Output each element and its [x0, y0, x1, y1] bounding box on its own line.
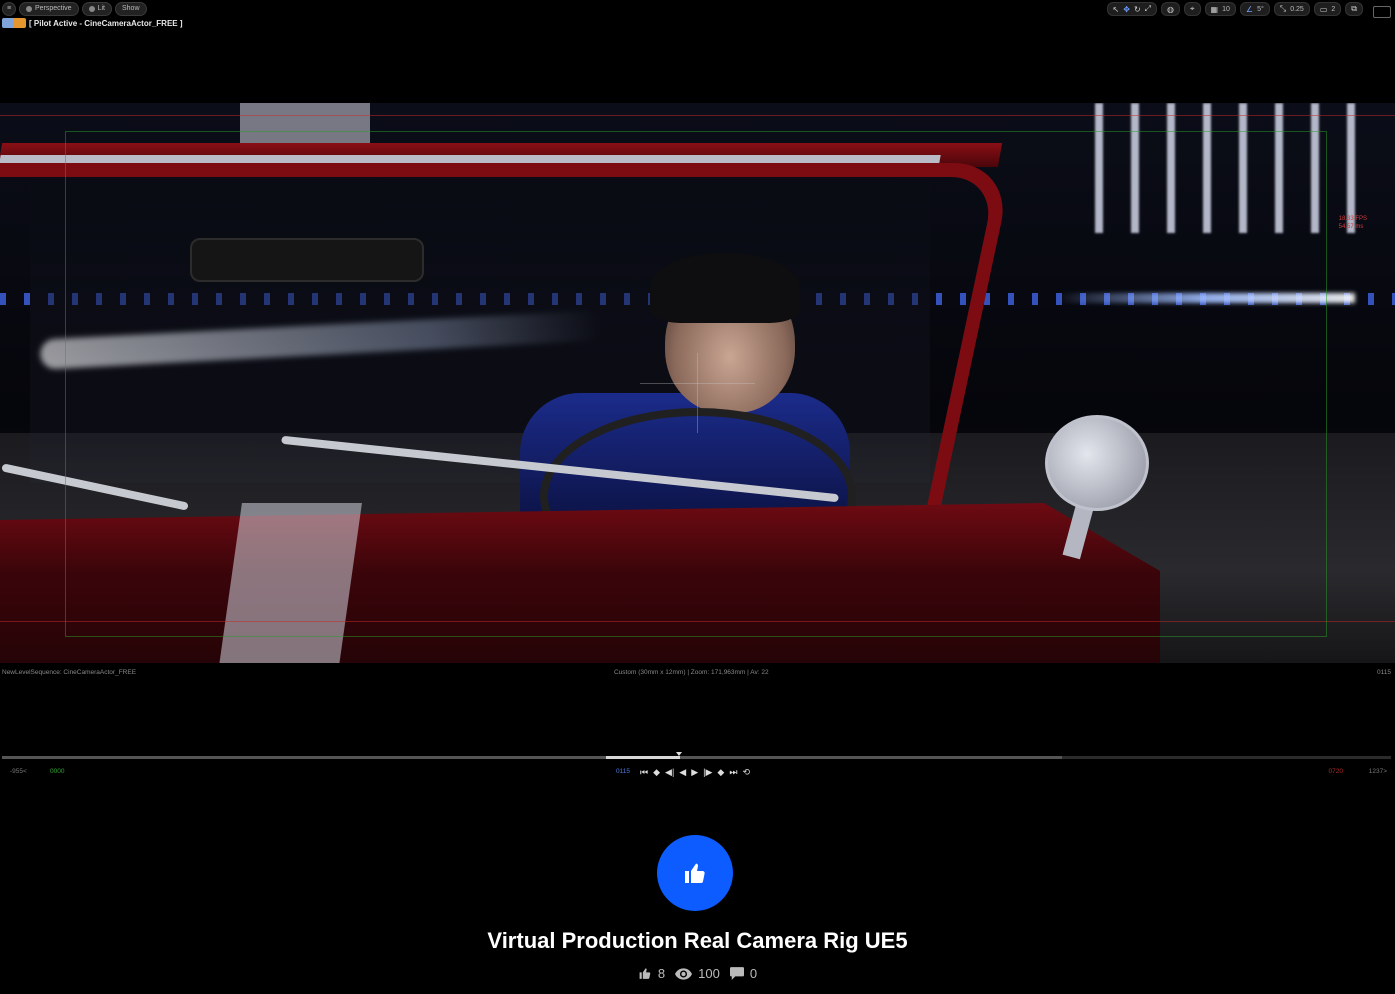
previous-key-icon[interactable]: ◆ [653, 766, 660, 778]
scale-snap-value: 0.25 [1290, 5, 1304, 13]
lit-icon [88, 6, 95, 12]
transport-controls: ⏮ ◆ ◀| ◀ ▶ |▶ ◆ ⏭ ⟲ [640, 766, 750, 778]
transform-tools: ↖ ✥ ↻ ⤢ [1106, 2, 1158, 16]
perspective-label: Perspective [35, 5, 72, 12]
viewport-toolbar-left: ≡ Perspective Lit Show [2, 2, 147, 16]
scale-icon[interactable]: ⤢ [1145, 4, 1151, 14]
play-reverse-icon[interactable]: ◀ [679, 766, 686, 778]
likes-count: 8 [657, 966, 666, 981]
coordinate-space[interactable]: ◍ [1161, 2, 1181, 16]
lit-button[interactable]: Lit [81, 2, 112, 16]
hamburger-icon: ≡ [6, 5, 12, 12]
viewport-render[interactable]: 18.33 FPS 54.57 ms [0, 103, 1395, 663]
rotation-snap[interactable]: ∠ 5° [1239, 2, 1270, 16]
ms-value: 54.57 ms [1338, 224, 1364, 230]
step-forward-icon[interactable]: |▶ [703, 766, 712, 778]
camera-speed[interactable]: ▭ 2 [1313, 2, 1342, 16]
thumbs-up-icon [639, 968, 651, 979]
show-button[interactable]: Show [114, 2, 147, 16]
view-end-frame[interactable]: 1237> [1369, 768, 1387, 775]
post-title: Virtual Production Real Camera Rig UE5 [487, 928, 908, 953]
surface-snap-icon: ⌖ [1190, 4, 1195, 13]
next-key-icon[interactable]: ◆ [717, 766, 724, 778]
stats-overlay: 18.33 FPS 54.57 ms [1339, 215, 1367, 231]
playhead-marker[interactable] [676, 752, 682, 756]
maximize-icon: ⧉ [1351, 4, 1357, 13]
scale-snap-icon: ⤡ [1279, 4, 1287, 13]
timeline-range [2, 756, 1062, 759]
comment-icon [729, 967, 744, 980]
play-start-frame[interactable]: 0000 [50, 768, 64, 775]
grid-snap[interactable]: ▦ 10 [1204, 2, 1236, 16]
views-count: 100 [698, 966, 720, 981]
safe-frame-guides [65, 131, 1327, 637]
timeline-track[interactable] [2, 756, 1391, 759]
select-icon[interactable]: ↖ [1113, 5, 1120, 14]
camera-icon [26, 6, 32, 12]
viewport-toolbar-right: ↖ ✥ ↻ ⤢ ◍ ⌖ ▦ 10 ∠ 5° ⤡ 0.25 ▭ 2 ⧉ [1106, 2, 1391, 18]
comments-count: 0 [749, 966, 758, 981]
crosshair-vertical [697, 353, 698, 433]
angle-icon: ∠ [1245, 4, 1254, 14]
current-frame[interactable]: 0115 [616, 768, 630, 775]
comments-stat: 0 [729, 966, 758, 981]
loop-icon[interactable]: ⟲ [742, 766, 750, 778]
pilot-eject-icon[interactable] [2, 18, 26, 28]
fps-value: 18.33 FPS [1338, 216, 1367, 222]
go-to-end-icon[interactable]: ⏭ [729, 766, 737, 778]
thumbs-up-icon [685, 863, 705, 884]
video-camera-icon: ▭ [1319, 4, 1328, 14]
perspective-button[interactable]: Perspective [19, 2, 79, 16]
like-button[interactable] [657, 835, 733, 911]
step-back-icon[interactable]: ◀| [665, 766, 674, 778]
play-end-frame[interactable]: 0720 [1329, 768, 1343, 775]
sequence-info: NewLevelSequence: CineCameraActor_FREE [2, 669, 137, 676]
timeline-playhead-region[interactable] [606, 756, 680, 759]
camera-speed-value: 2 [1331, 5, 1336, 13]
surface-snap[interactable]: ⌖ [1184, 2, 1201, 16]
translate-icon[interactable]: ✥ [1123, 5, 1130, 14]
views-stat: 100 [675, 966, 720, 981]
layout-icon[interactable] [1373, 6, 1391, 18]
view-start-frame[interactable]: -955< [10, 768, 27, 775]
pilot-indicator: [ Pilot Active - CineCameraActor_FREE ] [2, 17, 183, 29]
rotation-snap-value: 5° [1257, 5, 1264, 13]
pilot-label: [ Pilot Active - CineCameraActor_FREE ] [29, 18, 183, 28]
eye-icon [675, 967, 693, 980]
scale-snap[interactable]: ⤡ 0.25 [1273, 2, 1310, 16]
rotate-icon[interactable]: ↻ [1134, 5, 1141, 14]
go-to-start-icon[interactable]: ⏮ [640, 766, 648, 778]
lit-label: Lit [97, 5, 105, 12]
grid-snap-value: 10 [1222, 5, 1230, 13]
show-label: Show [121, 5, 140, 12]
play-icon[interactable]: ▶ [691, 766, 698, 778]
grid-icon: ▦ [1210, 4, 1219, 14]
post-stats: 8 100 0 [0, 966, 1395, 981]
likes-stat: 8 [638, 966, 665, 981]
frame-info: 0115 [1377, 669, 1391, 676]
globe-icon: ◍ [1167, 4, 1175, 14]
camera-info: Custom (30mm x 12mm) | Zoom: 171,963mm |… [614, 669, 769, 676]
viewport-menu-button[interactable]: ≡ [2, 2, 16, 16]
maximize-viewport[interactable]: ⧉ [1345, 2, 1363, 16]
